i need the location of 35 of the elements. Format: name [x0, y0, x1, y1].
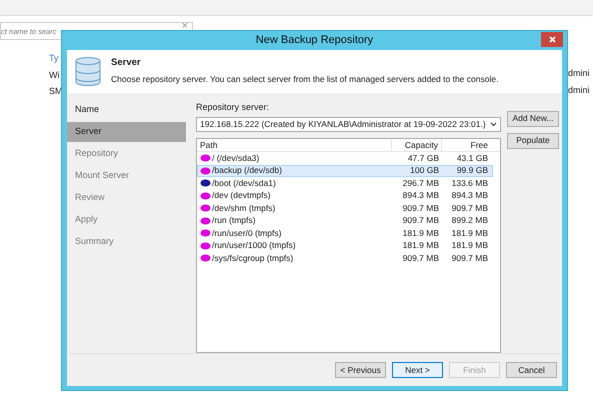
table-cell: /dev (devtmpfs) — [212, 189, 271, 202]
table-cell: 909.7 MB — [402, 202, 439, 215]
window-title: New Backup Repository — [256, 33, 374, 48]
table-cell: /run/user/1000 (tmpfs) — [212, 239, 296, 252]
table-cell: 181.9 MB — [452, 239, 488, 252]
table-cell: 899.2 MB — [452, 214, 488, 228]
background-text: Ty — [49, 52, 60, 65]
header-description: Choose repository server. You can select server from the list of managed servers added to the console. — [111, 72, 498, 86]
table-cell: 133.6 MB — [452, 176, 488, 190]
table-cell: 894.3 MB — [402, 189, 439, 202]
header-title: Server — [111, 56, 142, 70]
table-cell: 181.9 MB — [402, 239, 439, 252]
field-label: Repository server: — [196, 100, 270, 114]
table-cell: /sys/fs/cgroup (tmpfs) — [212, 252, 294, 265]
table-cell: /run/user/0 (tmpfs) — [212, 226, 282, 240]
table-cell: 894.3 MB — [452, 189, 488, 202]
table-cell: 99.9 GB — [456, 164, 488, 178]
background-text: dmini — [568, 67, 590, 80]
table-cell: 43.1 GB — [456, 152, 488, 165]
table-cell: 909.7 MB — [452, 202, 488, 215]
table-cell: /dev/shm (tmpfs) — [212, 202, 276, 215]
table-cell: / (/dev/sda3) — [212, 152, 260, 165]
table-cell: 296.7 MB — [402, 176, 439, 190]
table-cell: 181.9 MB — [452, 226, 488, 240]
table-cell: 909.7 MB — [452, 252, 488, 265]
background-text: dmini — [568, 84, 590, 96]
table-cell: 47.7 GB — [408, 152, 439, 165]
table-cell: 909.7 MB — [402, 252, 439, 265]
table-cell: 100 GB — [410, 164, 439, 178]
table-cell: /backup (/dev/sdb) — [212, 164, 282, 178]
background-text: Wi — [49, 68, 60, 82]
table-cell: /run (tmpfs) — [212, 214, 256, 228]
table-cell: 181.9 MB — [402, 226, 439, 240]
table-cell: /boot (/dev/sda1) — [212, 176, 276, 190]
table-cell: 909.7 MB — [402, 214, 439, 228]
